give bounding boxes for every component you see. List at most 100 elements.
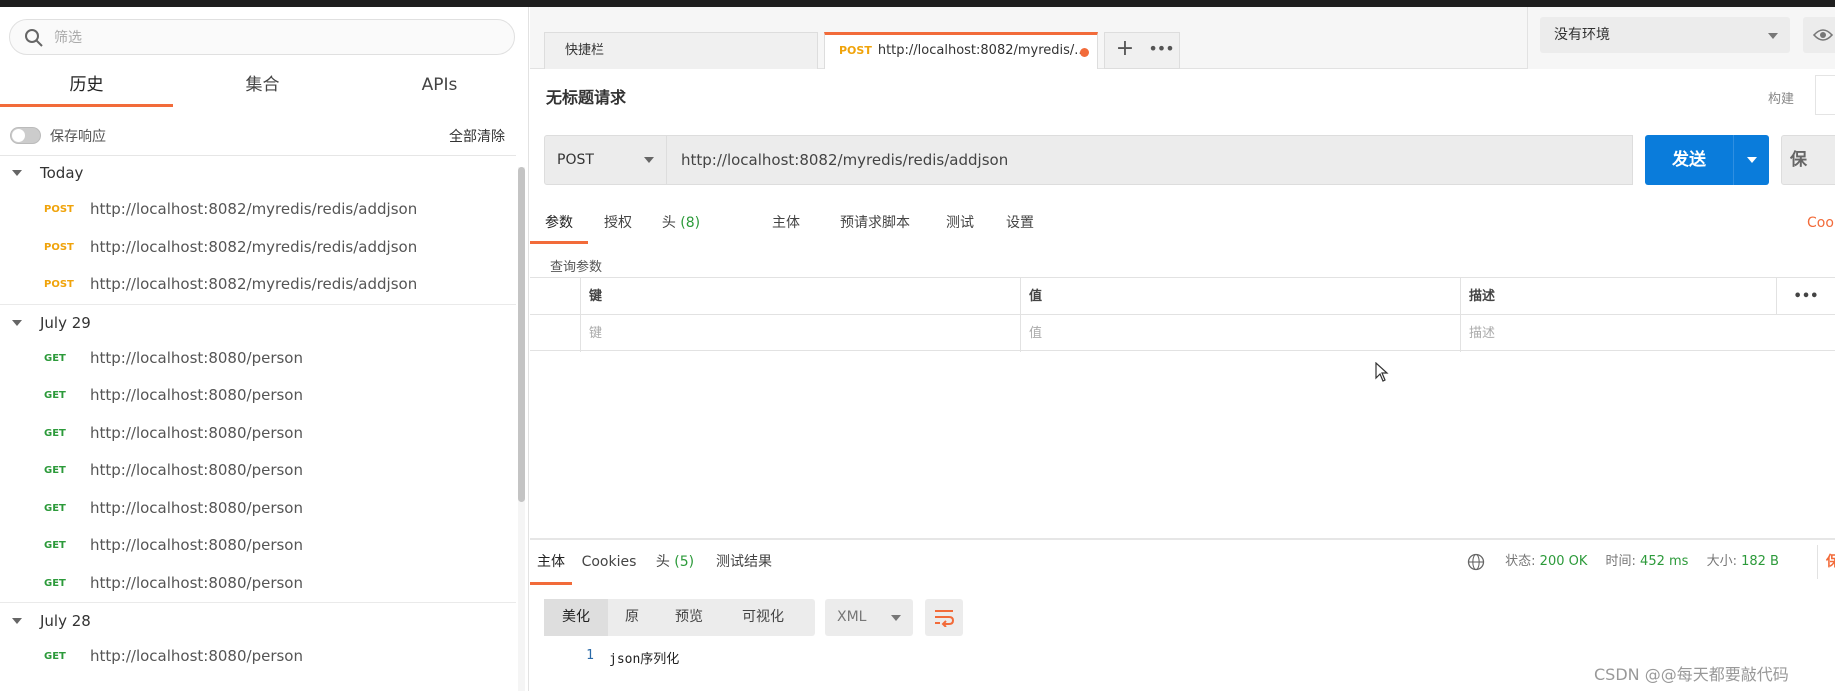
history-item[interactable]: GET http://localhost:8080/person xyxy=(0,565,516,603)
wrap-lines-button[interactable] xyxy=(925,599,963,636)
history-item[interactable]: GET http://localhost:8080/person xyxy=(0,452,516,490)
globe-icon[interactable] xyxy=(1467,553,1485,571)
tab-current-request[interactable]: POST http://localhost:8082/myredis/... xyxy=(824,32,1098,69)
url-input[interactable] xyxy=(667,135,1633,185)
history-item-url: http://localhost:8080/person xyxy=(90,647,303,665)
response-format-group: 美化 原 预览 可视化 xyxy=(544,599,815,636)
search-input[interactable] xyxy=(54,26,494,50)
time-value[interactable]: 452 ms xyxy=(1640,554,1688,569)
tab-tests[interactable]: 测试 xyxy=(938,207,982,244)
search-icon xyxy=(25,29,43,47)
format-pretty-button[interactable]: 美化 xyxy=(544,599,608,636)
description-input[interactable]: 描述 xyxy=(1460,315,1776,352)
sidebar-scrollbar[interactable] xyxy=(518,167,525,691)
method-value: POST xyxy=(557,152,594,168)
history-item[interactable]: POST http://localhost:8082/myredis/redis/… xyxy=(0,191,516,229)
scrollbar-thumb[interactable] xyxy=(518,167,525,502)
history-item[interactable]: GET http://localhost:8080/person xyxy=(0,638,516,676)
history-item-method: GET xyxy=(44,465,66,476)
request-tab-bar: 快捷栏 POST http://localhost:8082/myredis/..… xyxy=(530,7,1835,69)
history-item[interactable]: GET http://localhost:8080/person xyxy=(0,340,516,378)
chevron-down-icon xyxy=(644,157,654,163)
build-mode-button[interactable]: 构建 xyxy=(1768,88,1794,107)
history-group-header[interactable]: July 28 xyxy=(0,602,516,638)
history-item-method: GET xyxy=(44,427,66,439)
caret-down-icon[interactable] xyxy=(12,170,22,176)
history-item[interactable]: POST http://localhost:8082/myredis/redis/… xyxy=(0,266,516,304)
more-tabs-icon[interactable]: ••• xyxy=(1147,38,1175,62)
cookies-link[interactable]: Cook xyxy=(1807,207,1835,239)
history-item-url: http://localhost:8080/person xyxy=(90,386,303,404)
history-group-header[interactable]: July 29 xyxy=(0,303,516,340)
wrap-lines-icon xyxy=(935,610,955,627)
tab-prerequest-script[interactable]: 预请求脚本 xyxy=(830,207,920,244)
response-tab-body[interactable]: 主体 xyxy=(530,545,572,585)
history-item[interactable]: GET http://localhost:8080/person xyxy=(0,415,516,453)
caret-down-icon[interactable] xyxy=(12,319,22,326)
key-column-header: 键 xyxy=(580,278,1020,315)
url-bar: POST 发送 保 xyxy=(544,135,1835,185)
environment-quick-look-button[interactable] xyxy=(1803,17,1835,53)
key-input[interactable]: 键 xyxy=(580,315,1020,352)
status-value[interactable]: 200 OK xyxy=(1540,554,1588,569)
chevron-down-icon xyxy=(891,615,901,621)
response-tab-cookies[interactable]: Cookies xyxy=(578,545,640,585)
history-item-method: GET xyxy=(44,651,66,662)
language-value: XML xyxy=(837,609,867,625)
tab-authorization[interactable]: 授权 xyxy=(594,207,642,244)
save-response-toggle[interactable] xyxy=(10,127,41,144)
history-item[interactable]: POST http://localhost:8082/myredis/redis/… xyxy=(0,229,516,267)
edit-icon[interactable] xyxy=(1815,75,1835,115)
tab-params[interactable]: 参数 xyxy=(530,207,588,244)
history-item-url: http://localhost:8082/myredis/redis/addj… xyxy=(90,237,418,256)
history-item[interactable]: GET http://localhost:8080/person xyxy=(0,527,516,565)
environment-area: 没有环境 xyxy=(1527,7,1835,69)
save-response-button[interactable]: 保存 xyxy=(1817,545,1835,579)
tab-apis[interactable]: APIs xyxy=(353,67,526,107)
response-headers-count: (5) xyxy=(674,554,695,570)
save-button[interactable]: 保 xyxy=(1781,135,1835,185)
size-value[interactable]: 182 B xyxy=(1741,554,1779,569)
tab-collections[interactable]: 集合 xyxy=(176,67,349,107)
new-tab-plus-icon[interactable]: + xyxy=(1113,38,1137,62)
send-dropdown-icon[interactable] xyxy=(1747,157,1757,163)
format-raw-button[interactable]: 原 xyxy=(608,599,656,636)
history-item-url: http://localhost:8080/person xyxy=(90,573,303,592)
response-status-bar: 状态: 200 OK 时间: 452 ms 大小: 182 B xyxy=(1467,545,1793,585)
tab-history[interactable]: 历史 xyxy=(0,67,173,107)
search-box[interactable] xyxy=(9,19,515,55)
response-divider[interactable] xyxy=(530,538,1835,540)
caret-down-icon[interactable] xyxy=(12,618,22,624)
eye-icon xyxy=(1813,29,1833,41)
chevron-down-icon xyxy=(1768,33,1778,39)
history-item-method: GET xyxy=(44,540,66,551)
headers-count: (8) xyxy=(680,215,701,231)
format-visualize-button[interactable]: 可视化 xyxy=(722,599,804,636)
history-group-title: July 29 xyxy=(40,313,91,332)
tab-body[interactable]: 主体 xyxy=(762,207,810,244)
history-group-title: Today xyxy=(40,164,84,182)
send-button[interactable]: 发送 xyxy=(1645,135,1769,185)
history-item[interactable]: GET http://localhost:8080/person xyxy=(0,490,516,528)
method-select[interactable]: POST xyxy=(544,135,667,185)
format-preview-button[interactable]: 预览 xyxy=(656,599,722,636)
tab-settings[interactable]: 设置 xyxy=(998,207,1042,244)
history-item-url: http://localhost:8080/person xyxy=(90,461,303,479)
response-tab-test-results[interactable]: 测试结果 xyxy=(710,545,778,585)
history-item-method: POST xyxy=(44,279,74,290)
history-group-title: July 28 xyxy=(40,612,91,630)
tab-headers[interactable]: 头 (8) xyxy=(650,207,712,244)
tab-launchpad[interactable]: 快捷栏 xyxy=(544,32,818,69)
value-input[interactable]: 值 xyxy=(1020,315,1460,352)
tab-url: http://localhost:8082/myredis/... xyxy=(877,43,1087,58)
more-options-icon[interactable]: ••• xyxy=(1776,278,1835,315)
history-item[interactable]: GET http://localhost:8080/person xyxy=(0,377,516,415)
clear-all-button[interactable]: 全部清除 xyxy=(449,126,505,146)
response-language-select[interactable]: XML xyxy=(825,599,913,636)
params-empty-row: 键 值 描述 xyxy=(530,315,1835,352)
history-group-header[interactable]: Today xyxy=(0,155,516,191)
window-top-bar xyxy=(0,0,1835,7)
send-split-divider xyxy=(1733,135,1734,185)
response-tab-headers[interactable]: 头 (5) xyxy=(652,545,698,585)
environment-select[interactable]: 没有环境 xyxy=(1540,17,1790,53)
